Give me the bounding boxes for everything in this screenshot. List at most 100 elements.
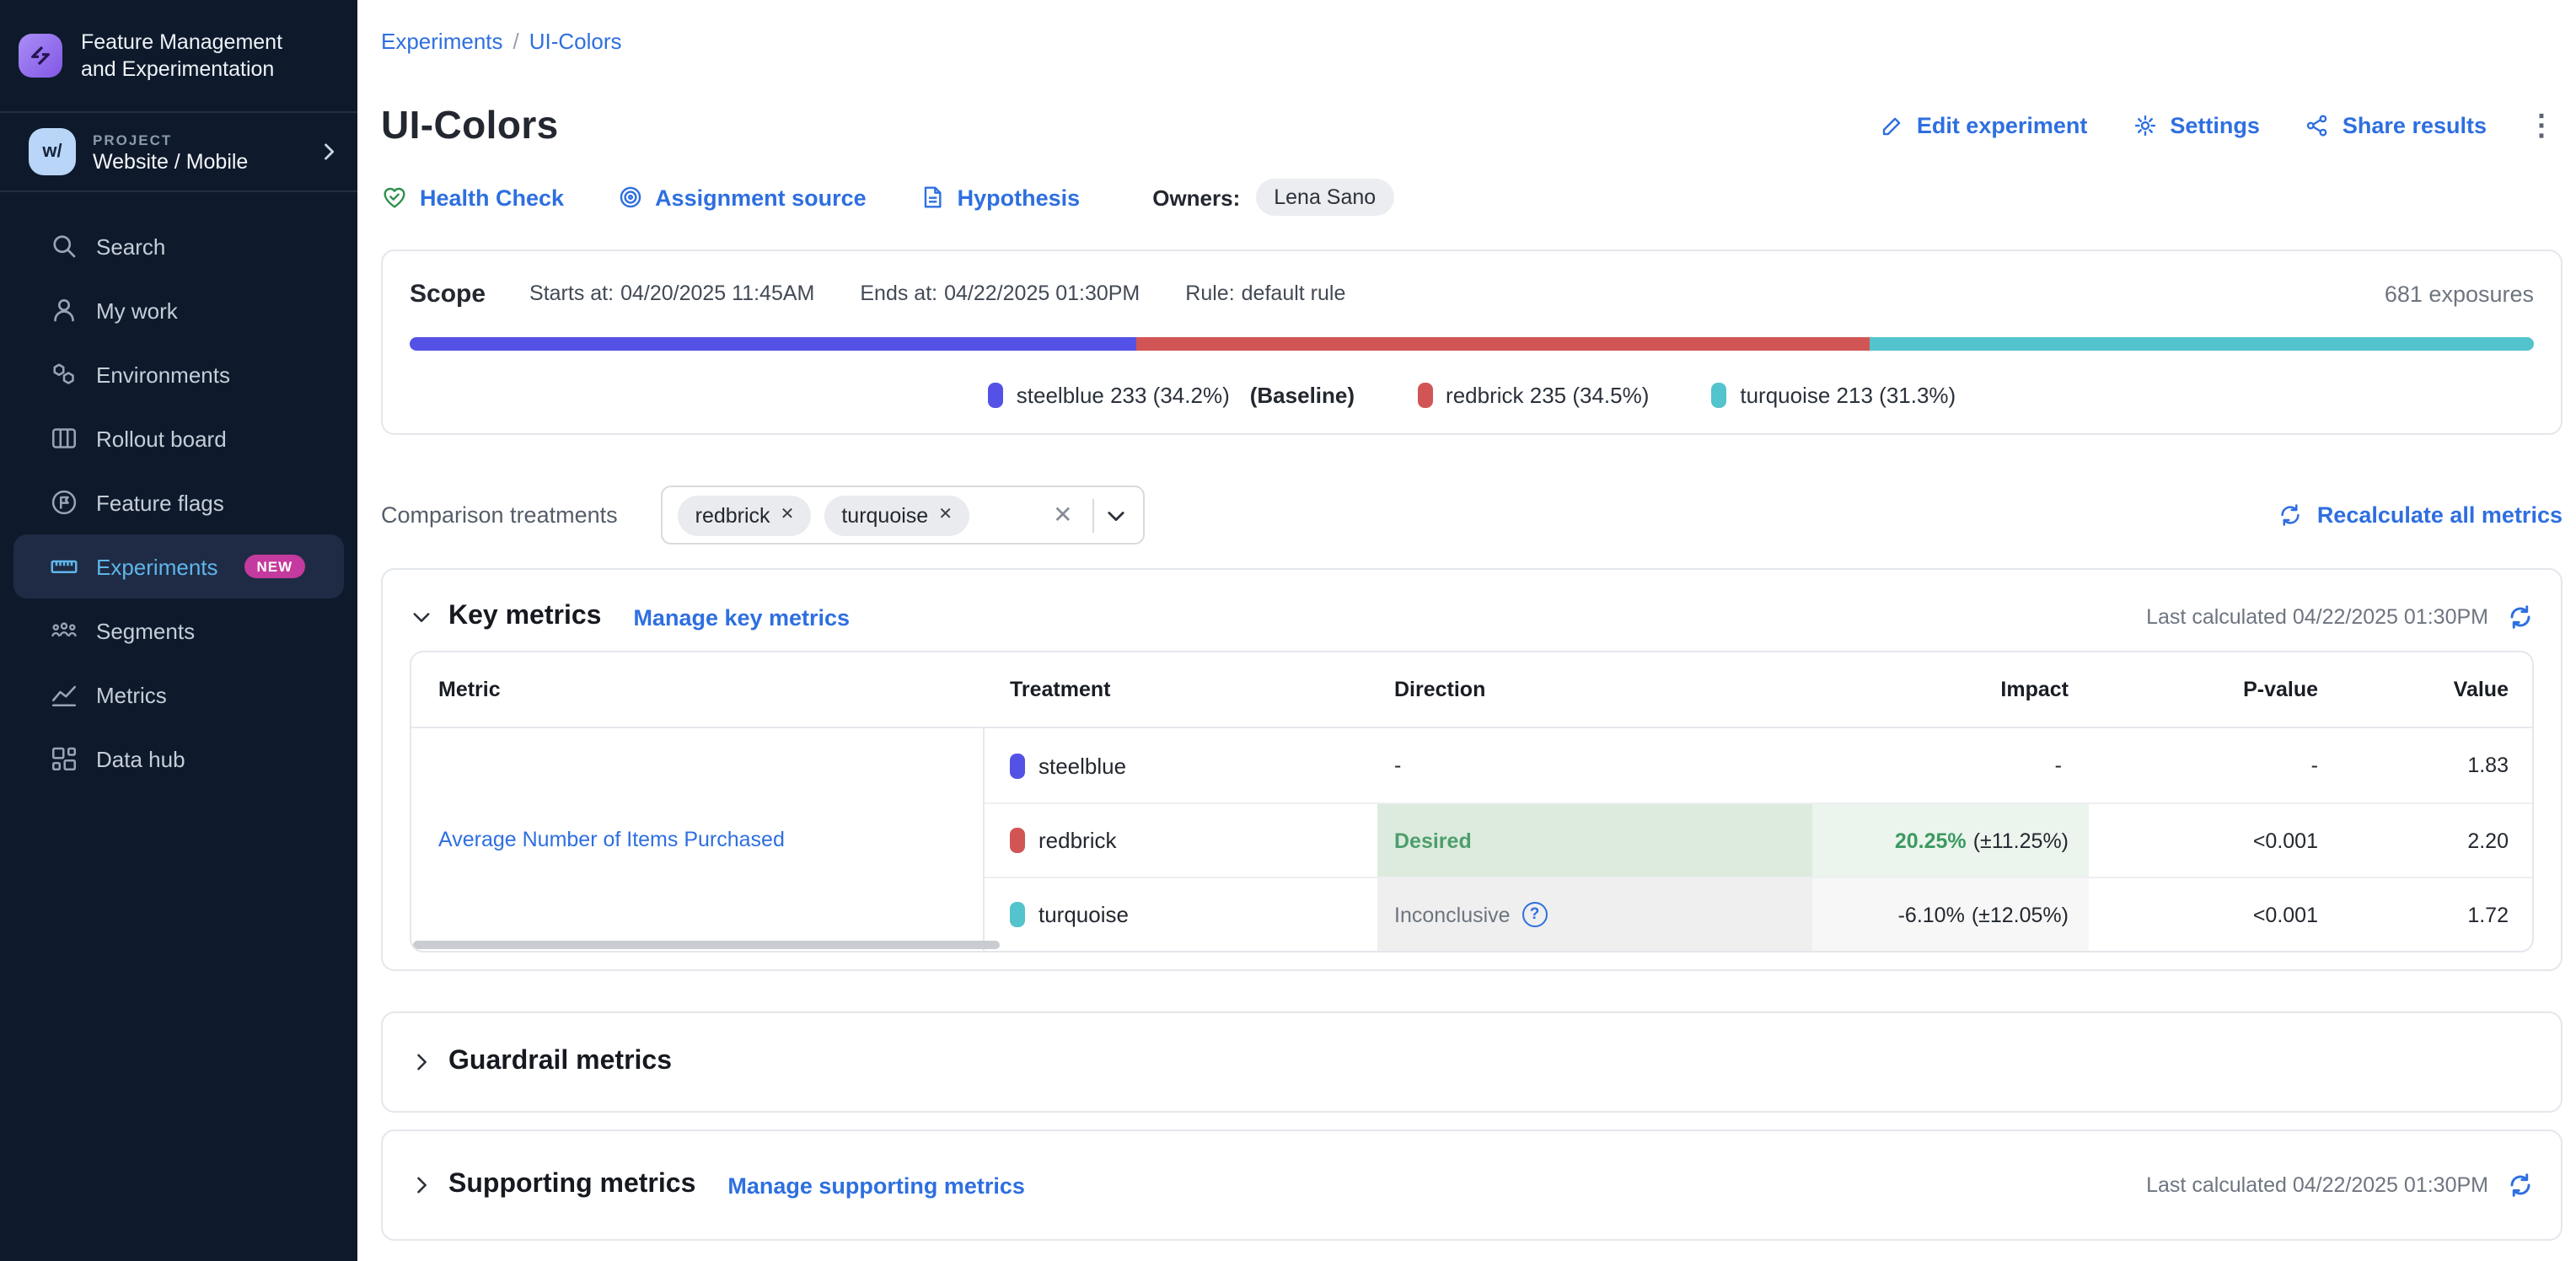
last-calculated-text: Last calculated 04/22/2025 01:30PM: [2146, 605, 2488, 629]
treatment-swatch: [1010, 828, 1025, 853]
recalculate-all-metrics-button[interactable]: Recalculate all metrics: [2278, 502, 2563, 528]
impact-value: 20.25%: [1895, 829, 1967, 852]
sidebar-item-feature-flags[interactable]: Feature flags: [13, 470, 344, 534]
sidebar-item-my-work[interactable]: My work: [13, 278, 344, 342]
more-options-button[interactable]: ⋮: [2520, 110, 2563, 139]
recalculate-label: Recalculate all metrics: [2317, 502, 2563, 528]
bar-segment-turquoise: [1869, 337, 2534, 351]
impact-ci: (±12.05%): [1972, 903, 2069, 926]
sidebar-item-segments[interactable]: Segments: [13, 598, 344, 663]
scope-starts: Starts at:04/20/2025 11:45AM: [529, 282, 814, 305]
breadcrumb-current[interactable]: UI-Colors: [529, 29, 622, 56]
impact-value: -6.10%: [1898, 903, 1965, 926]
scope-title: Scope: [410, 279, 486, 308]
column-header-value: Value: [2342, 678, 2532, 701]
sidebar-item-rollout-board[interactable]: Rollout board: [13, 406, 344, 470]
sidebar-item-metrics[interactable]: Metrics: [13, 663, 344, 727]
legend-swatch: [988, 382, 1003, 407]
metric-cell: Average Number of Items Purchased: [411, 728, 985, 951]
treatment-name: steelblue: [1038, 753, 1126, 778]
chip-turquoise[interactable]: turquoise ✕: [824, 495, 969, 535]
page-title: UI-Colors: [381, 102, 559, 148]
chip-redbrick[interactable]: redbrick ✕: [679, 495, 812, 535]
divider: [1093, 498, 1095, 532]
assignment-source-link[interactable]: Assignment source: [616, 184, 867, 211]
table-body: Average Number of Items Purchased steelb…: [411, 728, 2532, 951]
guardrail-metrics-section[interactable]: Guardrail metrics: [381, 1011, 2563, 1113]
sidebar-item-search[interactable]: Search: [13, 214, 344, 278]
sidebar-item-label: Search: [96, 233, 165, 259]
manage-supporting-metrics-link[interactable]: Manage supporting metrics: [727, 1172, 1025, 1198]
horizontal-scrollbar-thumb[interactable]: [413, 941, 1000, 949]
chip-label: turquoise: [841, 503, 928, 527]
clear-all-icon[interactable]: ✕: [1043, 501, 1082, 529]
health-check-label: Health Check: [420, 185, 564, 210]
hypothesis-link[interactable]: Hypothesis: [919, 184, 1081, 211]
chart-icon: [49, 679, 79, 710]
refresh-icon[interactable]: [2507, 604, 2534, 630]
ruler-icon: [49, 551, 79, 582]
treatment-name: turquoise: [1038, 902, 1129, 927]
manage-key-metrics-link[interactable]: Manage key metrics: [633, 604, 850, 630]
owner-pill[interactable]: Lena Sano: [1255, 179, 1394, 216]
sidebar-item-label: Metrics: [96, 682, 167, 707]
chip-close-icon[interactable]: ✕: [781, 506, 795, 524]
treatment-swatch: [1010, 902, 1025, 927]
sidebar-item-label: Rollout board: [96, 426, 227, 451]
project-label: PROJECT: [93, 131, 300, 148]
settings-button[interactable]: Settings: [2133, 112, 2260, 137]
chevron-right-icon[interactable]: [410, 1173, 433, 1197]
column-header-metric: Metric: [411, 678, 985, 701]
chevron-right-icon[interactable]: [410, 1050, 433, 1074]
comparison-label: Comparison treatments: [381, 502, 618, 528]
pencil-icon: [1880, 112, 1905, 137]
sidebar-item-label: Experiments: [96, 554, 218, 579]
scope-header: Scope Starts at:04/20/2025 11:45AM Ends …: [410, 275, 2534, 312]
title-row: UI-Colors Edit experiment Settings Share…: [381, 99, 2563, 150]
value-cell: 1.72: [2342, 878, 2532, 951]
legend-item-turquoise: turquoise 213 (31.3%): [1711, 382, 1956, 407]
impact-value: -: [2055, 754, 2062, 777]
help-icon[interactable]: ?: [1522, 902, 1548, 927]
sidebar-item-experiments[interactable]: Experiments NEW: [13, 534, 344, 598]
breadcrumb-experiments[interactable]: Experiments: [381, 29, 503, 56]
sidebar: Feature Management and Experimentation w…: [0, 0, 357, 1261]
search-icon: [49, 231, 79, 261]
project-avatar: w/: [29, 128, 76, 175]
app-root: Feature Management and Experimentation w…: [0, 0, 2576, 1261]
health-check-link[interactable]: Health Check: [381, 184, 564, 211]
scope-card: Scope Starts at:04/20/2025 11:45AM Ends …: [381, 250, 2563, 435]
sidebar-item-environments[interactable]: Environments: [13, 342, 344, 406]
bar-segment-steelblue: [410, 337, 1136, 351]
refresh-icon[interactable]: [2507, 1172, 2534, 1199]
project-switcher[interactable]: w/ PROJECT Website / Mobile: [0, 113, 357, 190]
edit-experiment-button[interactable]: Edit experiment: [1880, 112, 2088, 137]
share-icon: [2305, 112, 2331, 137]
scope-ends: Ends at:04/22/2025 01:30PM: [860, 282, 1140, 305]
chevron-down-icon[interactable]: [1105, 503, 1129, 527]
owners-group: Owners: Lena Sano: [1152, 179, 1394, 216]
data-hub-icon: [49, 743, 79, 774]
treatments-multiselect[interactable]: redbrick ✕ turquoise ✕ ✕: [662, 486, 1146, 545]
table-row-steelblue: steelblue - - - 1.83: [985, 728, 2532, 802]
heart-check-icon: [381, 184, 408, 211]
split-logo-icon: [19, 34, 62, 78]
share-results-button[interactable]: Share results: [2305, 112, 2487, 137]
sidebar-item-label: Feature flags: [96, 490, 224, 515]
treatment-legend: steelblue 233 (34.2%) (Baseline) redbric…: [410, 379, 2534, 410]
bar-segment-redbrick: [1136, 337, 1869, 351]
metric-link[interactable]: Average Number of Items Purchased: [438, 828, 785, 851]
share-results-label: Share results: [2343, 112, 2487, 137]
sidebar-item-data-hub[interactable]: Data hub: [13, 727, 344, 791]
chip-close-icon[interactable]: ✕: [938, 506, 953, 524]
target-icon: [616, 184, 643, 211]
supporting-metrics-section[interactable]: Supporting metrics Manage supporting met…: [381, 1130, 2563, 1241]
pvalue-cell: <0.001: [2089, 878, 2342, 951]
settings-label: Settings: [2170, 112, 2260, 137]
legend-swatch: [1417, 382, 1432, 407]
last-calculated-text: Last calculated 04/22/2025 01:30PM: [2146, 1173, 2488, 1197]
chevron-down-icon[interactable]: [410, 605, 433, 629]
value-cell: 1.83: [2342, 728, 2532, 802]
table-row-redbrick: redbrick Desired 20.25%(±11.25%) <0.001 …: [985, 802, 2532, 877]
segments-icon: [49, 615, 79, 646]
